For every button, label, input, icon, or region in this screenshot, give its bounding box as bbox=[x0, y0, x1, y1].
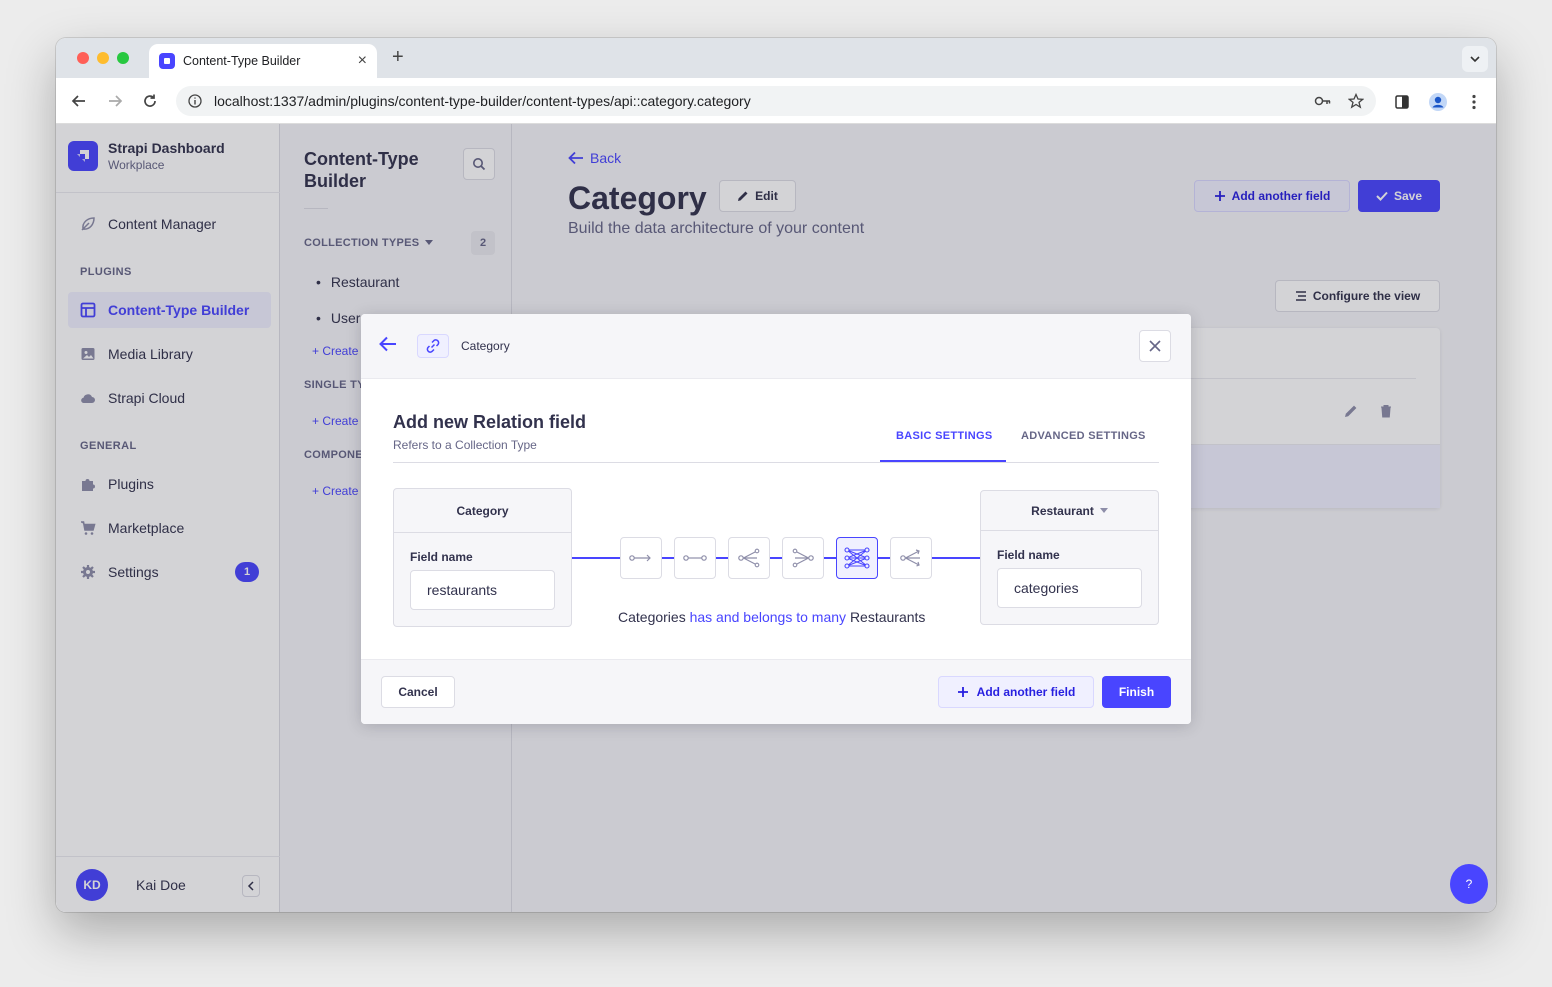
right-field-name-input[interactable]: categories bbox=[997, 568, 1142, 608]
maximize-window-button[interactable] bbox=[117, 52, 129, 64]
url-text: localhost:1337/admin/plugins/content-typ… bbox=[214, 93, 751, 109]
left-field-label: Field name bbox=[410, 550, 473, 564]
tab-list-chevron-icon[interactable] bbox=[1462, 46, 1488, 72]
modal-title: Add new Relation field bbox=[393, 412, 587, 432]
tab-title: Content-Type Builder bbox=[183, 54, 301, 68]
right-entity-name: Restaurant bbox=[1031, 503, 1094, 518]
profile-icon[interactable] bbox=[1426, 90, 1450, 114]
site-info-icon[interactable] bbox=[188, 94, 202, 108]
relation-source-text: Categories bbox=[618, 609, 686, 625]
finish-button[interactable]: Finish bbox=[1102, 676, 1171, 708]
relation-target-text: Restaurants bbox=[849, 609, 926, 625]
target-entity-select[interactable]: Restaurant bbox=[981, 491, 1158, 531]
right-field-label: Field name bbox=[997, 548, 1060, 562]
modal-close-button[interactable] bbox=[1139, 330, 1171, 362]
cancel-button[interactable]: Cancel bbox=[381, 676, 455, 708]
plus-icon bbox=[957, 687, 968, 697]
new-tab-icon[interactable]: + bbox=[392, 46, 404, 69]
left-entity-name: Category bbox=[394, 489, 571, 533]
modal-breadcrumb: Category bbox=[461, 339, 510, 353]
tab-basic-settings[interactable]: BASIC SETTINGS bbox=[896, 430, 993, 442]
tab-advanced-settings[interactable]: ADVANCED SETTINGS bbox=[1021, 430, 1146, 442]
strapi-favicon-icon bbox=[159, 53, 175, 69]
left-field-name-input[interactable]: restaurants bbox=[410, 570, 555, 610]
browser-menu-icon[interactable] bbox=[1462, 90, 1486, 114]
back-arrow-icon[interactable] bbox=[68, 90, 90, 112]
modal-footer: Cancel Add another field Finish bbox=[361, 659, 1191, 724]
relation-one-to-one-icon[interactable] bbox=[674, 537, 716, 579]
modal-subtitle: Refers to a Collection Type bbox=[393, 438, 537, 452]
relation-many-to-one-icon[interactable] bbox=[782, 537, 824, 579]
window-controls bbox=[77, 52, 129, 64]
relation-type-chip bbox=[417, 334, 449, 358]
relation-many-to-many-icon[interactable] bbox=[836, 537, 878, 579]
right-entity-box: Restaurant Field name categories bbox=[980, 490, 1159, 625]
browser-toolbar: localhost:1337/admin/plugins/content-typ… bbox=[56, 78, 1496, 124]
modal-back-button[interactable] bbox=[379, 336, 397, 357]
address-bar[interactable]: localhost:1337/admin/plugins/content-typ… bbox=[176, 86, 1376, 116]
browser-tabbar: Content-Type Builder × + bbox=[56, 38, 1496, 78]
reload-icon[interactable] bbox=[139, 90, 161, 112]
tab-close-icon[interactable]: × bbox=[358, 52, 367, 70]
modal-add-another-field-button[interactable]: Add another field bbox=[938, 676, 1094, 708]
relation-one-to-many-icon[interactable] bbox=[728, 537, 770, 579]
left-entity-box: Category Field name restaurants bbox=[393, 488, 572, 627]
browser-tab[interactable]: Content-Type Builder × bbox=[149, 44, 377, 78]
side-panel-icon[interactable] bbox=[1390, 90, 1414, 114]
forward-arrow-icon[interactable] bbox=[104, 90, 126, 112]
close-window-button[interactable] bbox=[77, 52, 89, 64]
browser-window: Content-Type Builder × + localhost:1337/… bbox=[56, 38, 1496, 912]
help-button[interactable]: ? bbox=[1450, 864, 1488, 904]
modal-header: Category bbox=[361, 314, 1191, 379]
bookmark-star-icon[interactable] bbox=[1348, 93, 1364, 109]
relation-many-way-icon[interactable] bbox=[890, 537, 932, 579]
relation-field-modal: Category Add new Relation field Refers t… bbox=[361, 314, 1191, 724]
minimize-window-button[interactable] bbox=[97, 52, 109, 64]
key-icon[interactable] bbox=[1314, 94, 1332, 108]
relation-type-text: has and belongs to many bbox=[689, 609, 847, 625]
active-tab-indicator bbox=[880, 460, 1006, 462]
close-icon bbox=[1149, 340, 1161, 352]
relation-one-way-icon[interactable] bbox=[620, 537, 662, 579]
link-icon bbox=[426, 339, 440, 353]
caret-down-icon bbox=[1099, 507, 1108, 513]
arrow-left-icon bbox=[379, 336, 396, 352]
relation-description: Categories has and belongs to many Resta… bbox=[618, 609, 925, 625]
tabs-divider bbox=[393, 462, 1159, 463]
